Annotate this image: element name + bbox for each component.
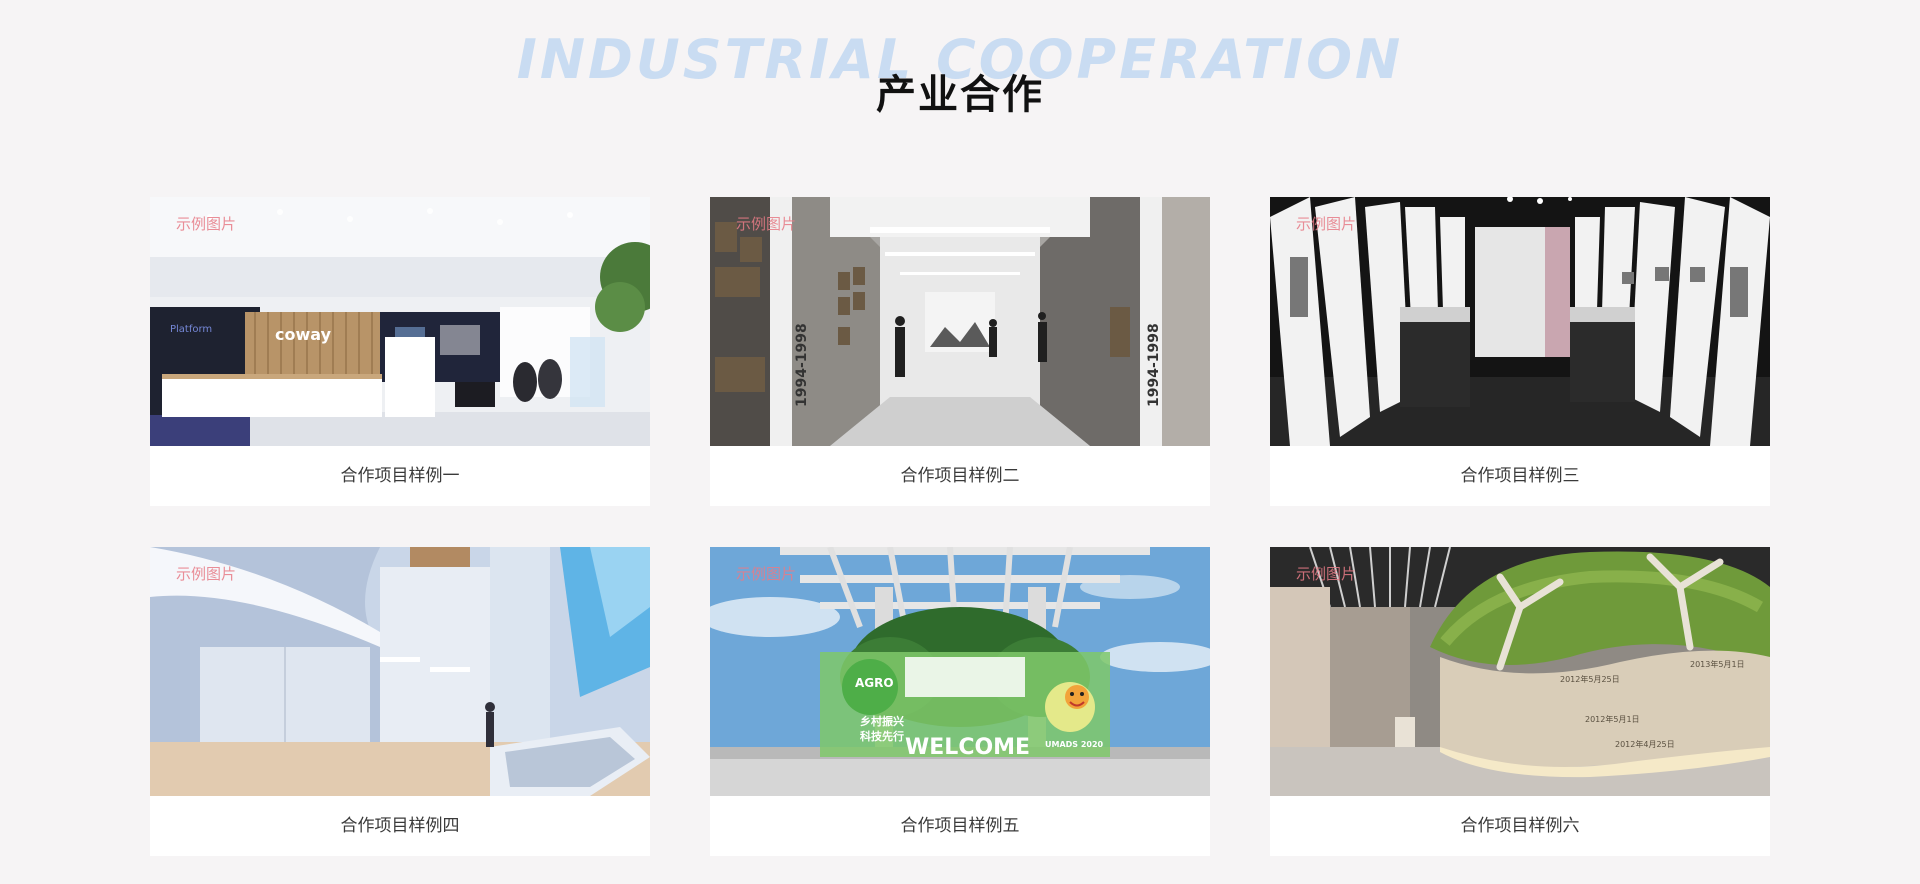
project-caption[interactable]: 合作项目样例四 [150, 796, 650, 856]
project-grid: coway Platform 示例图片 合作项目样例一 1994-1998 19… [150, 197, 1771, 856]
watermark-label: 示例图片 [736, 215, 797, 233]
umads-sign: UMADS 2020 [1045, 740, 1104, 749]
slogan-sign-1: 乡村振兴 [860, 714, 904, 728]
project-caption[interactable]: 合作项目样例二 [710, 446, 1210, 506]
welcome-sign: WELCOME [905, 735, 1030, 760]
project-image-6[interactable]: 2012年5月25日 2013年5月1日 2012年5月1日 2012年4月25… [1270, 547, 1770, 796]
project-image-5[interactable]: AGRO 乡村振兴 科技先行 WELCOME UMADS 2020 示例图片 [710, 547, 1210, 796]
timeline-date-3: 2012年5月1日 [1585, 714, 1640, 724]
project-card-3[interactable]: 示例图片 合作项目样例三 [1270, 197, 1770, 506]
watermark-label: 示例图片 [176, 215, 237, 233]
project-card-5[interactable]: AGRO 乡村振兴 科技先行 WELCOME UMADS 2020 示例图片 合… [710, 547, 1210, 856]
timeline-date-1: 2012年5月25日 [1560, 674, 1620, 684]
watermark-label: 示例图片 [1296, 565, 1357, 583]
project-card-4[interactable]: 示例图片 合作项目样例四 [150, 547, 650, 856]
project-card-2[interactable]: 1994-1998 1994-1998 示例图片 合作项目样例二 [710, 197, 1210, 506]
section-heading: INDUSTRIAL COOPERATION 产业合作 [0, 0, 1920, 150]
year-range-sign-right: 1994-1998 [1146, 323, 1162, 407]
agro-sign: AGRO [855, 676, 894, 690]
timeline-date-2: 2013年5月1日 [1690, 659, 1745, 669]
project-image-4[interactable]: 示例图片 [150, 547, 650, 796]
project-caption[interactable]: 合作项目样例三 [1270, 446, 1770, 506]
project-image-1[interactable]: coway Platform 示例图片 [150, 197, 650, 446]
project-caption[interactable]: 合作项目样例六 [1270, 796, 1770, 856]
year-range-sign-left: 1994-1998 [794, 323, 810, 407]
section-title: 产业合作 [876, 72, 1044, 118]
watermark-label: 示例图片 [736, 565, 797, 583]
project-image-2[interactable]: 1994-1998 1994-1998 示例图片 [710, 197, 1210, 446]
project-caption[interactable]: 合作项目样例一 [150, 446, 650, 506]
timeline-date-4: 2012年4月25日 [1615, 739, 1675, 749]
booth-brand-sign: coway [275, 325, 332, 344]
watermark-label: 示例图片 [176, 565, 237, 583]
platform-sign: Platform [170, 324, 212, 335]
slogan-sign-2: 科技先行 [860, 729, 904, 743]
project-card-6[interactable]: 2012年5月25日 2013年5月1日 2012年5月1日 2012年4月25… [1270, 547, 1770, 856]
project-card-1[interactable]: coway Platform 示例图片 合作项目样例一 [150, 197, 650, 506]
project-caption[interactable]: 合作项目样例五 [710, 796, 1210, 856]
watermark-label: 示例图片 [1296, 215, 1357, 233]
project-image-3[interactable]: 示例图片 [1270, 197, 1770, 446]
